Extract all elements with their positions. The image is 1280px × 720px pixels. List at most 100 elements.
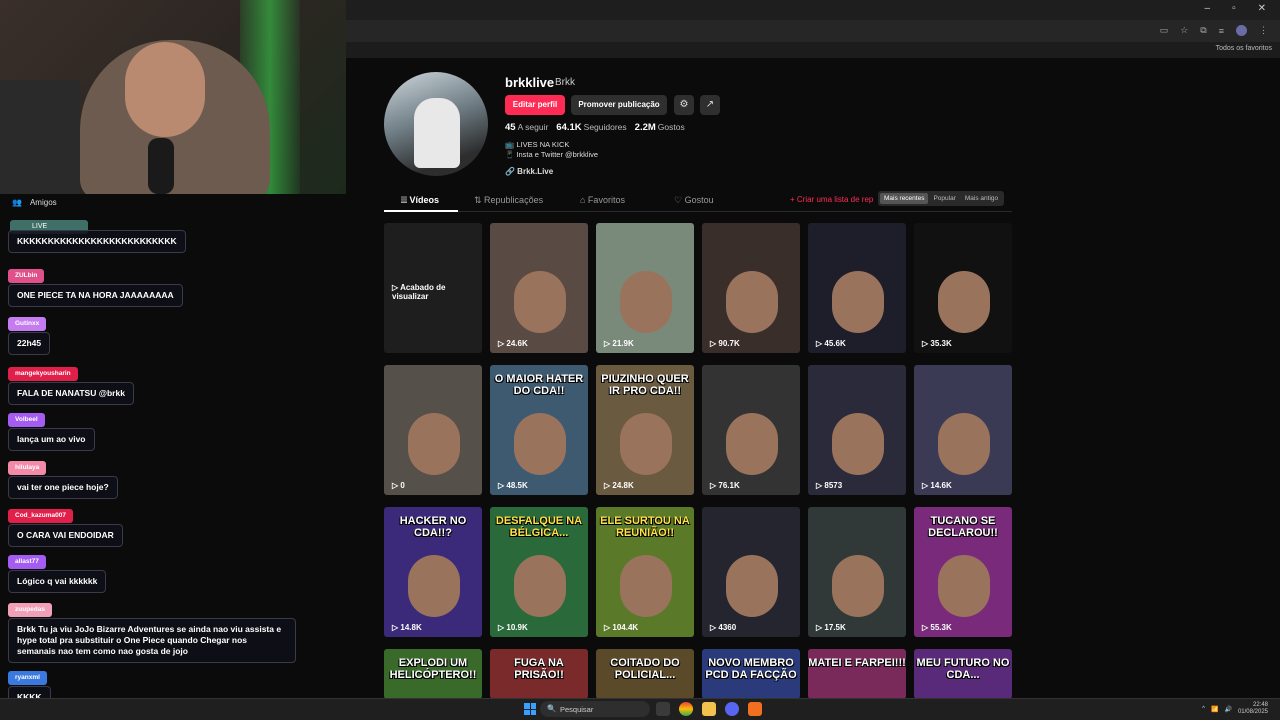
video-card[interactable]: DESFALQUE NA BÉLGICA... ▷ 10.9K [490, 507, 588, 637]
profile-avatar-image [384, 72, 488, 176]
create-list-button[interactable]: + Criar uma lista de rep [790, 195, 873, 204]
video-card[interactable]: MEU FUTURO NO CDA... [914, 649, 1012, 699]
video-card[interactable]: ▷ 45.6K [808, 223, 906, 353]
settings-icon[interactable]: ⚙ [674, 95, 694, 115]
tab-videos[interactable]: ⦙⦙⦙ Vídeos [401, 195, 439, 206]
start-button[interactable] [524, 703, 536, 715]
minimize-button[interactable]: – [1205, 3, 1211, 14]
profile-avatar[interactable] [1236, 25, 1247, 36]
view-count: ▷ 21.9K [604, 339, 634, 348]
chat-message: zuupedas Brkk Tu ja viu JoJo Bizarre Adve… [8, 598, 296, 663]
chevron-up-icon[interactable]: ^ [1202, 706, 1205, 712]
extensions-icon[interactable]: ⧉ [1200, 25, 1206, 36]
stream-chat: 👥 Amigos LIVE KKKKKKKKKKKKKKKKKKKKKKKKKK… [0, 194, 346, 709]
chat-username[interactable]: zuupedas [8, 603, 52, 617]
video-card[interactable]: ▷ 90.7K [702, 223, 800, 353]
profile-stats: 45 A seguir 64.1K Seguidores 2.2M Gostos [505, 122, 685, 133]
chat-username[interactable]: Cod_kazuma007 [8, 509, 73, 523]
video-card[interactable]: PIUZINHO QUER IR PRO CDA!! ▷ 24.8K [596, 365, 694, 495]
chat-username[interactable]: mangekyousharin [8, 367, 78, 381]
video-card[interactable]: ▷ 0 [384, 365, 482, 495]
sort-recent-button[interactable]: Mais recentes [880, 193, 929, 204]
task-view-icon[interactable] [656, 702, 670, 716]
view-count: ▷ 24.6K [498, 339, 528, 348]
video-caption: O MAIOR HATER DO CDA!! [494, 373, 584, 397]
wifi-icon[interactable]: 📶 [1211, 706, 1218, 713]
video-card[interactable]: HACKER NO CDA!!? ▷ 14.8K [384, 507, 482, 637]
friends-header[interactable]: 👥 Amigos [12, 198, 57, 207]
windows-taskbar: 🔍 Pesquisar ^ 📶 🔊 22:48 01/08/2025 [0, 698, 1280, 720]
likes-count: 2.2M [634, 122, 656, 133]
search-icon: 🔍 [547, 704, 557, 713]
following-count: 45 [505, 122, 516, 133]
chat-text: lança um ao vivo [8, 428, 95, 451]
video-card[interactable]: ▷ 4360 [702, 507, 800, 637]
all-bookmarks-link[interactable]: Todos os favoritos [1216, 45, 1272, 52]
profile-nickname: Brkk [555, 77, 575, 88]
webcam-overlay [0, 0, 346, 194]
media-icon[interactable]: ≡ [1219, 26, 1224, 36]
tab-liked[interactable]: ♡ Gostou [674, 195, 714, 206]
chat-text: FALA DE NANATSU @brkk [8, 382, 134, 405]
video-card[interactable]: ▷ 35.3K [914, 223, 1012, 353]
chat-username[interactable]: Gutinxx [8, 317, 47, 331]
profile-link[interactable]: 🔗 Brkk.Live [505, 167, 553, 176]
video-thumbnail [408, 413, 460, 475]
sort-popular-button[interactable]: Popular [929, 193, 959, 204]
video-card[interactable]: NOVO MEMBRO PCD DA FACÇÃO [702, 649, 800, 699]
tab-favorites[interactable]: ⌂ Favoritos [580, 195, 625, 205]
taskbar-search[interactable]: 🔍 Pesquisar [540, 701, 650, 717]
video-card[interactable]: MATEI E FARPEI!!! [808, 649, 906, 699]
chat-username[interactable]: allast77 [8, 555, 46, 569]
video-caption: ELE SURTOU NA REUNIÃO!! [600, 515, 690, 539]
video-card[interactable]: ▷ 21.9K [596, 223, 694, 353]
chat-message: Cod_kazuma007 O CARA VAI ENDOIDAR [8, 504, 123, 547]
discord-icon[interactable] [725, 702, 739, 716]
video-card[interactable]: ▷ 24.6K [490, 223, 588, 353]
video-card[interactable]: ▷ Acabado de visualizar [384, 223, 482, 353]
video-card[interactable]: ▷ 8573 [808, 365, 906, 495]
video-card[interactable]: TUCANO SE DECLAROU!! ▷ 55.3K [914, 507, 1012, 637]
chat-username[interactable]: Volbeel [8, 413, 45, 427]
video-card[interactable]: FUGA NA PRISÃO!! [490, 649, 588, 699]
view-count: ▷ 0 [392, 481, 405, 490]
chrome-icon[interactable] [679, 702, 693, 716]
chat-text: O CARA VAI ENDOIDAR [8, 524, 123, 547]
view-count: ▷ 4360 [710, 623, 737, 632]
clock[interactable]: 22:48 01/08/2025 [1238, 702, 1268, 716]
chat-username[interactable]: hilulaya [8, 461, 47, 475]
window-controls: – ▫ ✕ [1205, 3, 1267, 14]
view-count: ▷ 35.3K [922, 339, 952, 348]
sort-oldest-button[interactable]: Mais antigo [961, 193, 1002, 204]
video-card[interactable]: O MAIOR HATER DO CDA!! ▷ 48.5K [490, 365, 588, 495]
video-card[interactable]: EXPLODI UM HELICÓPTERO!! [384, 649, 482, 699]
chat-text: Lógico q vai kkkkkk [8, 570, 107, 593]
video-card[interactable]: ELE SURTOU NA REUNIÃO!! ▷ 104.4K [596, 507, 694, 637]
video-thumbnail [938, 271, 990, 333]
video-card[interactable]: COITADO DO POLICIAL... [596, 649, 694, 699]
obs-icon[interactable] [748, 702, 762, 716]
video-caption: NOVO MEMBRO PCD DA FACÇÃO [705, 657, 797, 681]
chat-username[interactable]: ryanxml [8, 671, 47, 685]
volume-icon[interactable]: 🔊 [1224, 706, 1231, 713]
promote-post-button[interactable]: Promover publicação [571, 95, 667, 115]
chat-username[interactable]: ZULbin [8, 269, 45, 283]
menu-icon[interactable]: ⋮ [1259, 25, 1268, 36]
share-icon[interactable]: ↗ [700, 95, 720, 115]
video-card[interactable]: ▷ 14.6K [914, 365, 1012, 495]
file-explorer-icon[interactable] [702, 702, 716, 716]
edit-profile-button[interactable]: Editar perfil [505, 95, 565, 115]
browser-toolbar: ▭ ☆ ⧉ ≡ ⋮ [346, 20, 1280, 42]
tab-reposts[interactable]: ⇅ Republicações [474, 195, 543, 206]
cast-icon[interactable]: ▭ [1160, 25, 1169, 36]
chat-message: ZULbin ONE PIECE TA NA HORA JAAAAAAAA [8, 264, 183, 307]
video-caption: PIUZINHO QUER IR PRO CDA!! [601, 373, 689, 397]
video-thumbnail [726, 271, 778, 333]
view-count: ▷ 90.7K [710, 339, 740, 348]
maximize-button[interactable]: ▫ [1232, 3, 1236, 14]
video-card[interactable]: ▷ 76.1K [702, 365, 800, 495]
star-icon[interactable]: ☆ [1180, 25, 1188, 36]
close-button[interactable]: ✕ [1258, 3, 1266, 14]
view-count: ▷ 55.3K [922, 623, 952, 632]
video-card[interactable]: ▷ 17.5K [808, 507, 906, 637]
